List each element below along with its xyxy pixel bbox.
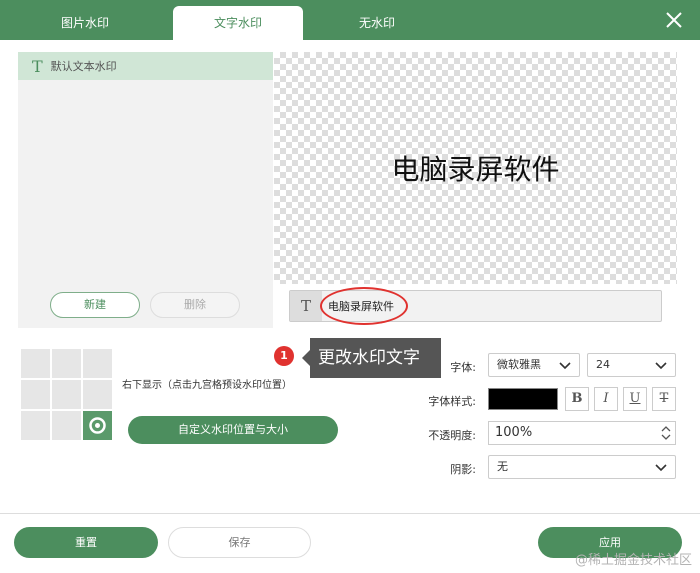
opacity-label: 不透明度: bbox=[428, 429, 476, 442]
grid-cell-middle-right[interactable] bbox=[83, 380, 112, 409]
delete-button[interactable]: 删除 bbox=[150, 292, 240, 318]
preview-canvas: 电脑录屏软件 bbox=[274, 52, 677, 284]
tab-text-watermark[interactable]: 文字水印 bbox=[173, 6, 303, 40]
reset-button[interactable]: 重置 bbox=[14, 527, 158, 558]
grid-cell-middle-left[interactable] bbox=[21, 380, 50, 409]
grid-cell-top-right[interactable] bbox=[83, 349, 112, 378]
chevron-down-icon bbox=[559, 362, 571, 370]
tab-no-watermark[interactable]: 无水印 bbox=[312, 6, 442, 40]
tab-bar: 图片水印 文字水印 无水印 bbox=[0, 0, 700, 40]
grid-cell-center[interactable] bbox=[52, 380, 81, 409]
text-icon: T bbox=[290, 291, 322, 321]
grid-cell-bottom-center[interactable] bbox=[52, 411, 81, 440]
footer-divider bbox=[0, 513, 700, 514]
font-style-label: 字体样式: bbox=[428, 395, 476, 408]
bold-button[interactable]: B bbox=[565, 387, 589, 411]
tab-image-watermark[interactable]: 图片水印 bbox=[20, 6, 150, 40]
opacity-stepper[interactable]: 100% bbox=[488, 421, 676, 445]
opacity-value: 100% bbox=[495, 425, 533, 440]
font-label: 字体: bbox=[450, 361, 476, 374]
custom-position-button[interactable]: 自定义水印位置与大小 bbox=[128, 416, 338, 444]
new-button[interactable]: 新建 bbox=[50, 292, 140, 318]
position-grid bbox=[21, 349, 113, 441]
grid-cell-top-center[interactable] bbox=[52, 349, 81, 378]
save-button[interactable]: 保存 bbox=[168, 527, 311, 558]
underline-button[interactable]: U bbox=[623, 387, 647, 411]
font-family-select[interactable]: 微软雅黑 bbox=[488, 353, 580, 377]
font-color-swatch[interactable] bbox=[488, 388, 558, 410]
close-icon[interactable] bbox=[664, 10, 684, 30]
italic-button[interactable]: I bbox=[594, 387, 618, 411]
grid-cell-bottom-left[interactable] bbox=[21, 411, 50, 440]
site-watermark: @稀土掘金技术社区 bbox=[574, 553, 692, 568]
strikethrough-button[interactable]: T bbox=[652, 387, 676, 411]
text-type-icon: T bbox=[32, 56, 43, 76]
grid-cell-bottom-right[interactable] bbox=[83, 411, 112, 440]
step-badge: 1 bbox=[274, 346, 294, 366]
grid-cell-top-left[interactable] bbox=[21, 349, 50, 378]
font-family-value: 微软雅黑 bbox=[497, 358, 541, 371]
position-marker-icon bbox=[89, 417, 106, 434]
list-item-default-text[interactable]: T 默认文本水印 bbox=[18, 52, 273, 80]
shadow-value: 无 bbox=[497, 460, 508, 473]
shadow-label: 阴影: bbox=[450, 463, 476, 476]
highlight-circle bbox=[320, 287, 408, 325]
font-size-select[interactable]: 24 bbox=[587, 353, 676, 377]
chevron-down-icon bbox=[655, 464, 667, 472]
preview-watermark-text: 电脑录屏软件 bbox=[391, 153, 560, 186]
list-item-label: 默认文本水印 bbox=[50, 60, 117, 73]
chevron-down-icon bbox=[655, 362, 667, 370]
watermark-list: T 默认文本水印 bbox=[18, 52, 273, 328]
position-description: 右下显示（点击九宫格预设水印位置） bbox=[122, 380, 292, 391]
stepper-arrows-icon[interactable] bbox=[661, 424, 671, 442]
shadow-select[interactable]: 无 bbox=[488, 455, 676, 479]
font-size-value: 24 bbox=[596, 358, 610, 371]
